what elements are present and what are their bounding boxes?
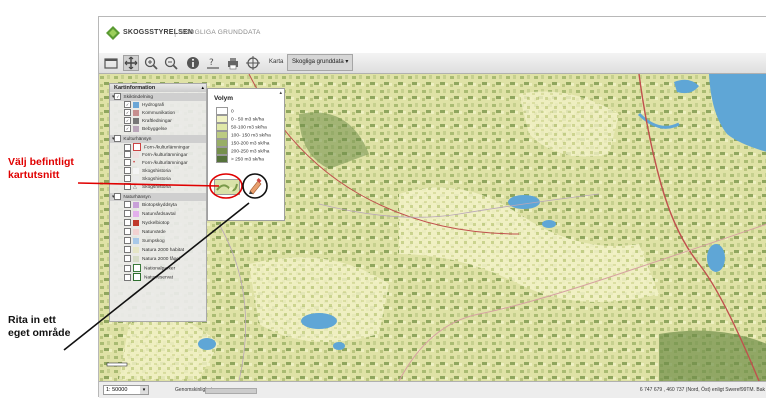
red-arrow-line [77,182,220,187]
black-arrow-line [63,202,250,351]
annotation-arrows [63,182,250,351]
